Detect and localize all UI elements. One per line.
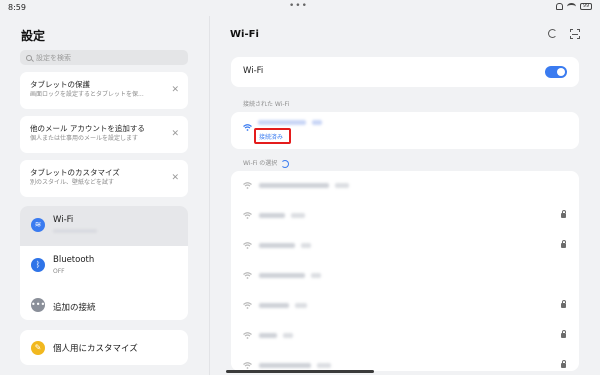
panel-divider (209, 16, 210, 375)
network-row[interactable] (231, 321, 579, 351)
menu-sublabel: OFF (53, 268, 65, 275)
select-section-label: Wi-Fi の選択 (243, 160, 278, 167)
network-row[interactable] (231, 231, 579, 261)
menu-item-personalize[interactable]: ✎ 個人用にカスタマイズ (20, 330, 188, 365)
settings-search[interactable]: 設定を検索 (20, 50, 188, 65)
network-name-extra (301, 243, 311, 248)
network-row[interactable] (231, 171, 579, 201)
close-icon[interactable]: ✕ (171, 129, 179, 139)
lock-icon (561, 330, 566, 338)
menu-item-wifi[interactable]: ≋ Wi-Fi (20, 206, 188, 246)
network-name (259, 363, 311, 368)
suggestion-card-protect[interactable]: タブレットの保護 画面ロックを設定するとタブレットを保... ✕ (20, 72, 188, 109)
wifi-signal-icon (243, 242, 252, 249)
lock-icon (561, 360, 566, 368)
wifi-toggle-switch[interactable] (545, 66, 567, 78)
menu-label: 個人用にカスタマイズ (53, 344, 138, 354)
settings-title: 設定 (21, 29, 46, 43)
bluetooth-icon: ᛒ (31, 258, 45, 272)
suggestion-title: 他のメール アカウントを追加する (30, 124, 145, 133)
network-name-extra (291, 213, 305, 218)
network-name (259, 303, 289, 308)
wifi-toggle-label: Wi-Fi (243, 66, 264, 76)
suggestion-card-email[interactable]: 他のメール アカウントを追加する 個人または仕事用のメールを設定します ✕ (20, 116, 188, 153)
available-networks-list (231, 171, 579, 371)
connected-section-header: 接続された Wi-Fi (243, 101, 290, 108)
status-time: 8:59 (8, 3, 26, 12)
refresh-icon[interactable] (548, 29, 557, 38)
battery-icon: 99 (580, 3, 592, 10)
network-name-extra (311, 273, 321, 278)
more-icon: ••• (31, 298, 45, 312)
network-name-extra (335, 183, 349, 188)
suggestion-title: タブレットのカスタマイズ (30, 168, 120, 177)
scanning-spinner-icon (281, 159, 290, 168)
suggestion-subtitle: 画面ロックを設定するとタブレットを保... (30, 91, 144, 98)
window-dots-icon[interactable]: ••• (289, 1, 308, 11)
dnd-icon (556, 3, 563, 10)
settings-menu: ≋ Wi-Fi ᛒ Bluetooth OFF ••• 追加の接続 (20, 206, 188, 320)
menu-label: Wi-Fi (53, 215, 74, 225)
lock-icon (561, 210, 566, 218)
page-title: Wi-Fi (230, 29, 259, 40)
status-bar: 8:59 ••• 99 (0, 0, 600, 16)
home-indicator[interactable] (226, 370, 374, 373)
close-icon[interactable]: ✕ (171, 85, 179, 95)
menu-item-more-connections[interactable]: ••• 追加の接続 (20, 286, 188, 320)
wifi-toggle-row[interactable]: Wi-Fi (231, 57, 579, 87)
network-name-extra (283, 333, 293, 338)
network-row[interactable] (231, 351, 579, 371)
lock-icon (561, 300, 566, 308)
suggestion-subtitle: 個人または仕事用のメールを設定します (30, 135, 139, 142)
wifi-signal-icon (243, 302, 252, 309)
suggestion-subtitle: 別のスタイル、壁紙などを試す (30, 179, 115, 186)
network-name (259, 333, 277, 338)
network-name-extra (317, 363, 331, 368)
network-name-extra (295, 303, 307, 308)
menu-item-bluetooth[interactable]: ᛒ Bluetooth OFF (20, 246, 188, 286)
network-name (259, 183, 329, 188)
close-icon[interactable]: ✕ (171, 173, 179, 183)
network-name (259, 243, 295, 248)
suggestion-title: タブレットの保護 (30, 80, 90, 89)
connected-ssid (258, 120, 322, 125)
search-icon (26, 54, 32, 61)
connection-status: 接続済み (259, 134, 284, 141)
menu-label: 追加の接続 (53, 303, 96, 313)
wifi-signal-icon (243, 182, 252, 189)
wifi-status-icon (567, 3, 576, 10)
wifi-network-name (53, 228, 97, 235)
wifi-signal-icon (243, 124, 252, 131)
wifi-signal-icon (243, 272, 252, 279)
network-row[interactable] (231, 291, 579, 321)
lock-icon (561, 240, 566, 248)
network-name (259, 213, 285, 218)
network-name (259, 273, 305, 278)
network-row[interactable] (231, 261, 579, 291)
select-section-header: Wi-Fi の選択 (243, 158, 290, 168)
wifi-signal-icon (243, 332, 252, 339)
wifi-icon: ≋ (31, 218, 45, 232)
menu-label: Bluetooth (53, 255, 95, 265)
wifi-signal-icon (243, 362, 252, 369)
network-row[interactable] (231, 201, 579, 231)
palette-icon: ✎ (31, 341, 45, 355)
suggestion-card-customize[interactable]: タブレットのカスタマイズ 別のスタイル、壁紙などを試す ✕ (20, 160, 188, 197)
search-placeholder: 設定を検索 (36, 53, 71, 62)
scan-qr-icon[interactable] (570, 29, 580, 39)
wifi-signal-icon (243, 212, 252, 219)
